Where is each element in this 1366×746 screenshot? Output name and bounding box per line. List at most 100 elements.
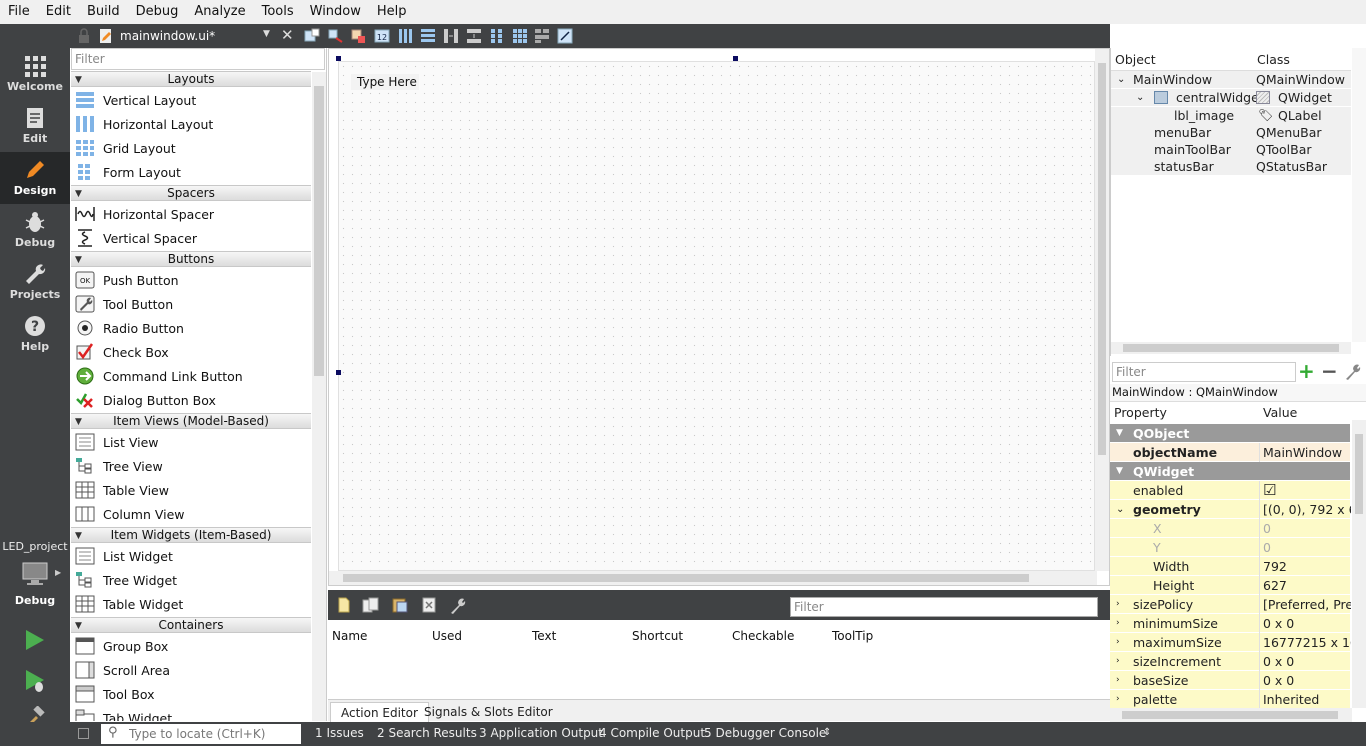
resize-handle[interactable] xyxy=(336,56,341,61)
property-row[interactable]: Height 627 xyxy=(1110,576,1350,595)
category-containers[interactable]: ▼ Containers xyxy=(71,617,311,633)
column-checkable[interactable]: Checkable xyxy=(732,629,794,643)
widget-scroll-area[interactable]: Scroll Area xyxy=(75,658,170,682)
scrollbar-thumb[interactable] xyxy=(1355,434,1363,514)
property-row[interactable]: Width 792 xyxy=(1110,557,1350,576)
property-value[interactable]: 792 xyxy=(1263,557,1351,576)
property-value[interactable]: Inherited xyxy=(1263,690,1351,709)
column-text[interactable]: Text xyxy=(532,629,556,643)
edit-tab-order-icon[interactable]: 12 xyxy=(374,28,390,44)
enabled-checkbox[interactable]: ☑ xyxy=(1263,481,1351,500)
header-property[interactable]: Property xyxy=(1114,405,1167,420)
scrollbar-thumb[interactable] xyxy=(1122,711,1338,719)
property-value[interactable]: 0 x 0 xyxy=(1263,652,1351,671)
menu-file[interactable]: File xyxy=(0,0,38,24)
object-row[interactable]: statusBar QStatusBar xyxy=(1111,158,1351,175)
pane-application-output[interactable]: 3 Application Output xyxy=(479,726,603,740)
property-row[interactable]: › sizePolicy [Preferred, Pref... xyxy=(1110,595,1351,614)
layout-splitter-horizontal-icon[interactable] xyxy=(443,28,459,44)
category-layouts[interactable]: ▼ Layouts xyxy=(71,71,311,87)
property-row[interactable]: › baseSize 0 x 0 xyxy=(1110,671,1350,690)
menu-type-here[interactable]: Type Here xyxy=(351,74,419,90)
tab-signals-slots-editor[interactable]: Signals & Slots Editor xyxy=(414,702,563,722)
pane-compile-output[interactable]: 4 Compile Output xyxy=(599,726,705,740)
widget-column-view[interactable]: Column View xyxy=(75,502,185,526)
property-row[interactable]: › minimumSize 0 x 0 xyxy=(1110,614,1350,633)
menu-edit[interactable]: Edit xyxy=(38,0,79,24)
column-used[interactable]: Used xyxy=(432,629,462,643)
menu-debug[interactable]: Debug xyxy=(128,0,187,24)
category-item-views[interactable]: ▼ Item Views (Model-Based) xyxy=(71,413,311,429)
horizontal-scrollbar[interactable] xyxy=(1111,342,1351,354)
property-value[interactable]: [(0, 0), 792 x 627] xyxy=(1263,500,1351,519)
edit-buddies-icon[interactable] xyxy=(351,28,367,44)
property-filter-input[interactable]: Filter xyxy=(1112,362,1296,382)
edit-widgets-icon[interactable] xyxy=(304,28,320,44)
property-row[interactable]: › maximumSize 16777215 x 1677... xyxy=(1110,633,1351,652)
configure-property-icon[interactable] xyxy=(1344,363,1362,381)
kit-selector[interactable]: ▶ Debug xyxy=(0,556,70,608)
scrollbar-thumb[interactable] xyxy=(314,86,324,376)
scrollbar-thumb[interactable] xyxy=(1098,63,1106,455)
layout-form-icon[interactable] xyxy=(489,28,505,44)
resize-handle[interactable] xyxy=(336,370,341,375)
widget-dialog-button-box[interactable]: Dialog Button Box xyxy=(75,388,216,412)
new-action-icon[interactable] xyxy=(336,597,352,613)
file-dropdown-icon[interactable]: ▼ xyxy=(263,29,270,39)
vertical-scrollbar[interactable] xyxy=(1095,49,1109,571)
horizontal-scrollbar[interactable] xyxy=(329,571,1097,585)
menu-window[interactable]: Window xyxy=(302,0,369,24)
vertical-scrollbar[interactable] xyxy=(1352,420,1366,708)
property-value[interactable]: MainWindow xyxy=(1263,443,1351,462)
property-row[interactable]: ⌄ geometry [(0, 0), 792 x 627] xyxy=(1110,500,1351,519)
widget-vertical-layout[interactable]: Vertical Layout xyxy=(75,88,196,112)
mode-debug[interactable]: Debug xyxy=(0,204,70,256)
delete-action-icon[interactable] xyxy=(421,597,437,613)
pane-issues[interactable]: 1 Issues xyxy=(315,726,364,740)
resize-handle[interactable] xyxy=(733,56,738,61)
remove-property-icon[interactable]: − xyxy=(1321,359,1338,383)
widget-tool-box[interactable]: Tool Box xyxy=(75,682,155,706)
widget-tree-view[interactable]: Tree View xyxy=(75,454,163,478)
horizontal-scrollbar[interactable] xyxy=(1110,708,1352,722)
object-row[interactable]: lbl_image 🏷 QLabel xyxy=(1111,107,1351,124)
widget-tab-widget[interactable]: Tab Widget xyxy=(75,706,172,721)
property-row[interactable]: enabled ☑ xyxy=(1110,481,1350,500)
widget-radio-button[interactable]: Radio Button xyxy=(75,316,184,340)
scrollbar-thumb[interactable] xyxy=(343,574,1029,582)
widget-table-widget[interactable]: Table Widget xyxy=(75,592,183,616)
vertical-scrollbar[interactable] xyxy=(1352,48,1366,342)
property-group-qwidget[interactable]: ▼ QWidget xyxy=(1110,462,1350,481)
mode-design[interactable]: Design xyxy=(0,152,70,204)
more-panes-icon[interactable]: ⇕ xyxy=(823,727,831,738)
category-spacers[interactable]: ▼ Spacers xyxy=(71,185,311,201)
widget-vertical-spacer[interactable]: Vertical Spacer xyxy=(75,226,197,250)
menu-analyze[interactable]: Analyze xyxy=(186,0,253,24)
property-value[interactable]: 0 x 0 xyxy=(1263,614,1351,633)
adjust-size-icon[interactable] xyxy=(557,28,573,44)
header-value[interactable]: Value xyxy=(1263,405,1297,420)
close-file-icon[interactable]: ✕ xyxy=(281,26,294,44)
property-row[interactable]: Y0 xyxy=(1110,538,1350,557)
property-row[interactable]: › palette Inherited xyxy=(1110,690,1350,709)
object-row[interactable]: menuBar QMenuBar xyxy=(1111,124,1351,141)
mode-edit[interactable]: Edit xyxy=(0,100,70,152)
widget-tool-button[interactable]: Tool Button xyxy=(75,292,173,316)
property-row[interactable]: X0 xyxy=(1110,519,1350,538)
menu-help[interactable]: Help xyxy=(369,0,415,24)
copy-action-icon[interactable] xyxy=(362,597,380,613)
column-shortcut[interactable]: Shortcut xyxy=(632,629,683,643)
scrollbar-thumb[interactable] xyxy=(1123,344,1339,352)
widget-grid-layout[interactable]: Grid Layout xyxy=(75,136,176,160)
property-value[interactable]: 16777215 x 1677... xyxy=(1263,633,1351,652)
break-layout-icon[interactable] xyxy=(534,28,550,44)
header-object[interactable]: Object xyxy=(1115,52,1156,67)
debug-run-icon[interactable] xyxy=(24,668,46,694)
locator-input[interactable]: Type to locate (Ctrl+K) xyxy=(101,724,301,744)
column-tooltip[interactable]: ToolTip xyxy=(832,629,873,643)
mode-welcome[interactable]: Welcome xyxy=(0,48,70,100)
property-row[interactable]: › sizeIncrement 0 x 0 xyxy=(1110,652,1350,671)
widget-form-layout[interactable]: Form Layout xyxy=(75,160,181,184)
action-filter-input[interactable]: Filter xyxy=(790,597,1098,617)
main-window-form[interactable]: Type Here xyxy=(338,61,1095,571)
